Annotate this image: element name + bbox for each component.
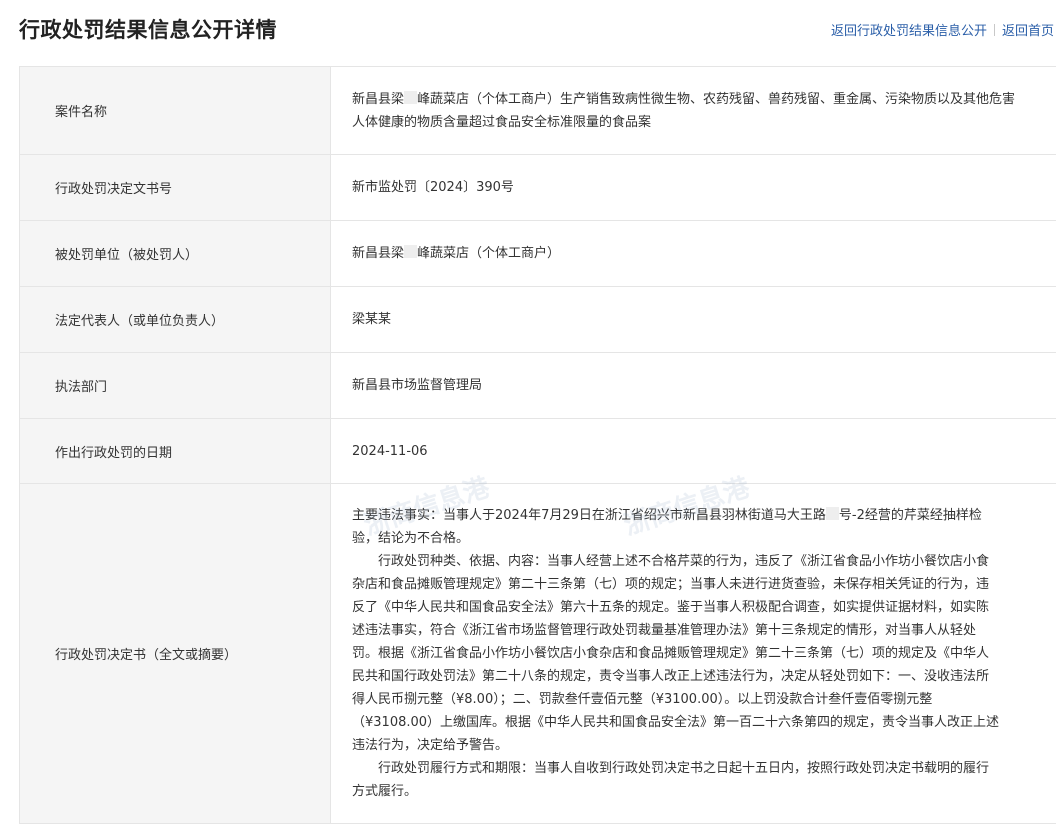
party-text-1: 新昌县梁 xyxy=(352,246,404,261)
back-to-list-link[interactable]: 返回行政处罚结果信息公开 xyxy=(831,20,987,39)
party-value: 新昌县梁峰蔬菜店（个体工商户） xyxy=(331,221,1056,287)
link-divider xyxy=(994,24,995,36)
redaction-mark xyxy=(404,245,417,258)
decision-value: 浙商信息港 浙商信息港 主要违法事实：当事人于2024年7月29日在浙江省绍兴市… xyxy=(331,484,1056,824)
party-label: 被处罚单位（被处罚人） xyxy=(20,221,331,287)
penalty-date-value: 2024-11-06 xyxy=(331,419,1056,484)
table-row-date: 作出行政处罚的日期 2024-11-06 xyxy=(20,419,1056,484)
case-name-label: 案件名称 xyxy=(20,67,331,155)
header-links: 返回行政处罚结果信息公开 返回首页 xyxy=(831,20,1054,39)
decision-paragraph-facts: 主要违法事实：当事人于2024年7月29日在浙江省绍兴市新昌县羽林街道马大王路号… xyxy=(352,504,1000,550)
case-name-value: 新昌县梁峰蔬菜店（个体工商户）生产销售致病性微生物、农药残留、兽药残留、重金属、… xyxy=(331,67,1056,155)
decision-text: 浙商信息港 浙商信息港 主要违法事实：当事人于2024年7月29日在浙江省绍兴市… xyxy=(352,484,1028,803)
page-title: 行政处罚结果信息公开详情 xyxy=(19,14,277,44)
penalty-date-label: 作出行政处罚的日期 xyxy=(20,419,331,484)
legal-representative-value: 梁某某 xyxy=(331,287,1056,353)
case-name-text-1: 新昌县梁 xyxy=(352,92,404,107)
redaction-mark xyxy=(826,507,839,520)
table-row-decision: 行政处罚决定书（全文或摘要） 浙商信息港 浙商信息港 主要违法事实：当事人于20… xyxy=(20,484,1056,824)
page-header: 行政处罚结果信息公开详情 返回行政处罚结果信息公开 返回首页 xyxy=(0,0,1056,62)
table-row-department: 执法部门 新昌县市场监督管理局 xyxy=(20,353,1056,419)
decision-number-value: 新市监处罚〔2024〕390号 xyxy=(331,155,1056,221)
redaction-mark xyxy=(404,91,417,104)
table-row-legal-representative: 法定代表人（或单位负责人） 梁某某 xyxy=(20,287,1056,353)
party-text-2: 峰蔬菜店（个体工商户） xyxy=(417,246,560,261)
department-label: 执法部门 xyxy=(20,353,331,419)
department-value: 新昌县市场监督管理局 xyxy=(331,353,1056,419)
decision-number-label: 行政处罚决定文书号 xyxy=(20,155,331,221)
decision-label: 行政处罚决定书（全文或摘要） xyxy=(20,484,331,824)
decision-paragraph-execution: 行政处罚履行方式和期限：当事人自收到行政处罚决定书之日起十五日内，按照行政处罚决… xyxy=(352,757,1000,803)
facts-text-1: 主要违法事实：当事人于2024年7月29日在浙江省绍兴市新昌县羽林街道马大王路 xyxy=(352,508,826,523)
case-name-text-2: 峰蔬菜店（个体工商户）生产销售致病性微生物、农药残留、兽药残留、重金属、污染物质… xyxy=(352,92,1015,130)
legal-representative-label: 法定代表人（或单位负责人） xyxy=(20,287,331,353)
decision-paragraph-penalty: 行政处罚种类、依据、内容：当事人经营上述不合格芹菜的行为，违反了《浙江省食品小作… xyxy=(352,550,1000,757)
back-to-home-link[interactable]: 返回首页 xyxy=(1002,20,1054,39)
table-row-case-name: 案件名称 新昌县梁峰蔬菜店（个体工商户）生产销售致病性微生物、农药残留、兽药残留… xyxy=(20,67,1056,155)
table-row-party: 被处罚单位（被处罚人） 新昌县梁峰蔬菜店（个体工商户） xyxy=(20,221,1056,287)
detail-table: 案件名称 新昌县梁峰蔬菜店（个体工商户）生产销售致病性微生物、农药残留、兽药残留… xyxy=(19,66,1056,824)
table-row-decision-number: 行政处罚决定文书号 新市监处罚〔2024〕390号 xyxy=(20,155,1056,221)
